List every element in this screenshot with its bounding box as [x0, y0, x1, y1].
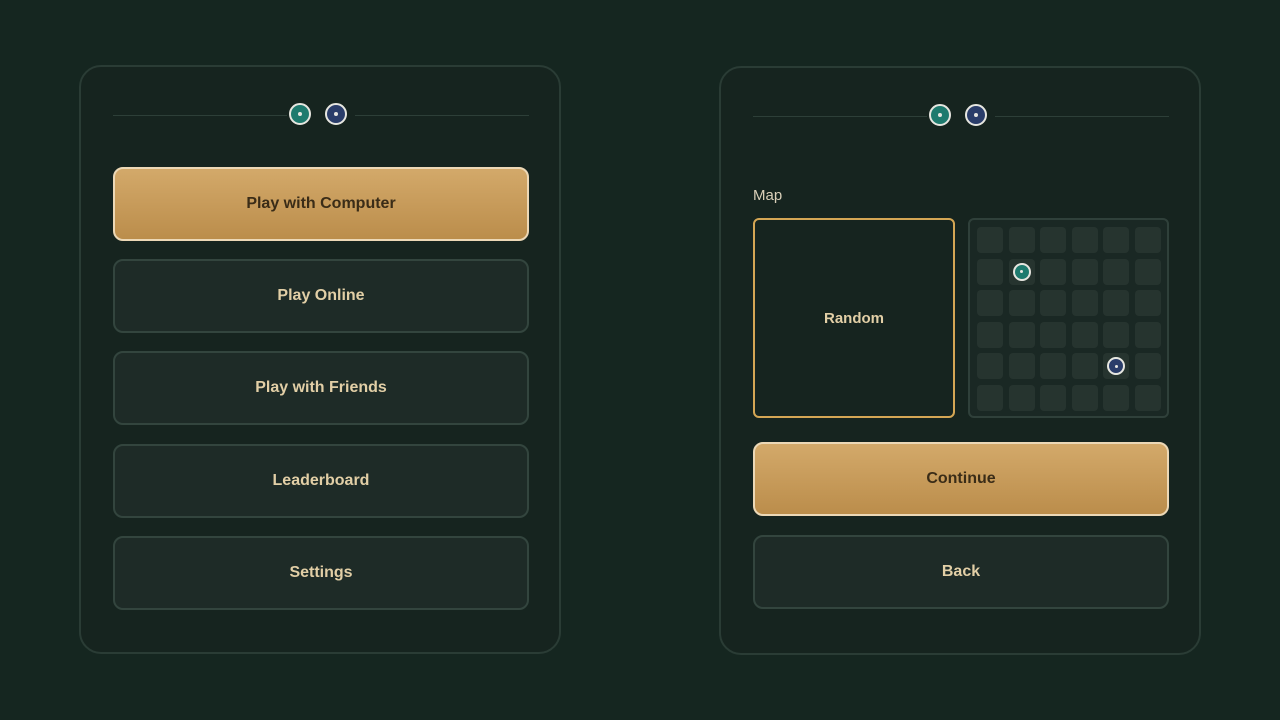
map-grid-cell [1103, 290, 1130, 317]
divider-line [355, 115, 529, 116]
navy-player-token-icon [1107, 357, 1126, 376]
teal-player-token-icon [1012, 262, 1031, 281]
map-grid-cell [1008, 353, 1035, 380]
players-header [113, 101, 529, 131]
map-grid-cell [977, 258, 1003, 285]
navy-player-token-icon [325, 103, 347, 125]
map-grid-cell [1135, 290, 1161, 317]
main-menu-panel: Play with Computer Play Online Play with… [79, 65, 561, 654]
teal-player-token-icon [929, 104, 951, 126]
map-grid-cell [1071, 290, 1098, 317]
map-grid-cell [1008, 290, 1035, 317]
navy-player-token-icon [965, 104, 987, 126]
map-grid-cell [1135, 353, 1161, 380]
map-grid-cell [1040, 353, 1067, 380]
map-grid-cell [1103, 321, 1130, 348]
map-grid-cell [1071, 385, 1098, 411]
map-grid-cell [1008, 258, 1035, 285]
map-grid-cell [977, 321, 1003, 348]
divider-line [753, 116, 927, 117]
map-grid-cell [977, 227, 1003, 253]
map-grid-cell [1135, 385, 1161, 411]
divider-line [995, 116, 1169, 117]
map-grid-cell [1008, 385, 1035, 411]
map-grid-cell [977, 290, 1003, 317]
map-grid-cell [1040, 258, 1067, 285]
leaderboard-button[interactable]: Leaderboard [113, 444, 529, 518]
map-grid-cell [1103, 227, 1130, 253]
divider-line [113, 115, 287, 116]
map-grid-cell [1135, 258, 1161, 285]
map-grid-cell [1040, 321, 1067, 348]
map-grid-cell [1040, 227, 1067, 253]
map-grid-cell [1071, 353, 1098, 380]
map-label: Map [753, 187, 783, 204]
continue-button[interactable]: Continue [753, 442, 1169, 516]
settings-button[interactable]: Settings [113, 536, 529, 610]
play-with-computer-button[interactable]: Play with Computer [113, 167, 529, 241]
players-header [753, 102, 1169, 132]
map-grid-cell [1008, 227, 1035, 253]
map-grid-cell [1008, 321, 1035, 348]
map-grid-cell [1103, 385, 1130, 411]
map-grid-cell [977, 385, 1003, 411]
map-grid-cell [1135, 227, 1161, 253]
play-with-friends-button[interactable]: Play with Friends [113, 351, 529, 425]
back-button[interactable]: Back [753, 535, 1169, 609]
grid-map-option[interactable] [968, 218, 1169, 418]
random-map-option[interactable]: Random [753, 218, 955, 418]
map-grid-cell [1103, 258, 1130, 285]
map-grid-cell [1103, 353, 1130, 380]
map-grid-cell [1071, 258, 1098, 285]
map-grid-cell [977, 353, 1003, 380]
map-grid-cell [1071, 227, 1098, 253]
map-grid-cell [1071, 321, 1098, 348]
map-grid-cell [1135, 321, 1161, 348]
map-grid-cell [1040, 385, 1067, 411]
teal-player-token-icon [289, 103, 311, 125]
map-grid-cell [1040, 290, 1067, 317]
play-online-button[interactable]: Play Online [113, 259, 529, 333]
map-select-panel: Map Random Continue Back [719, 66, 1201, 655]
